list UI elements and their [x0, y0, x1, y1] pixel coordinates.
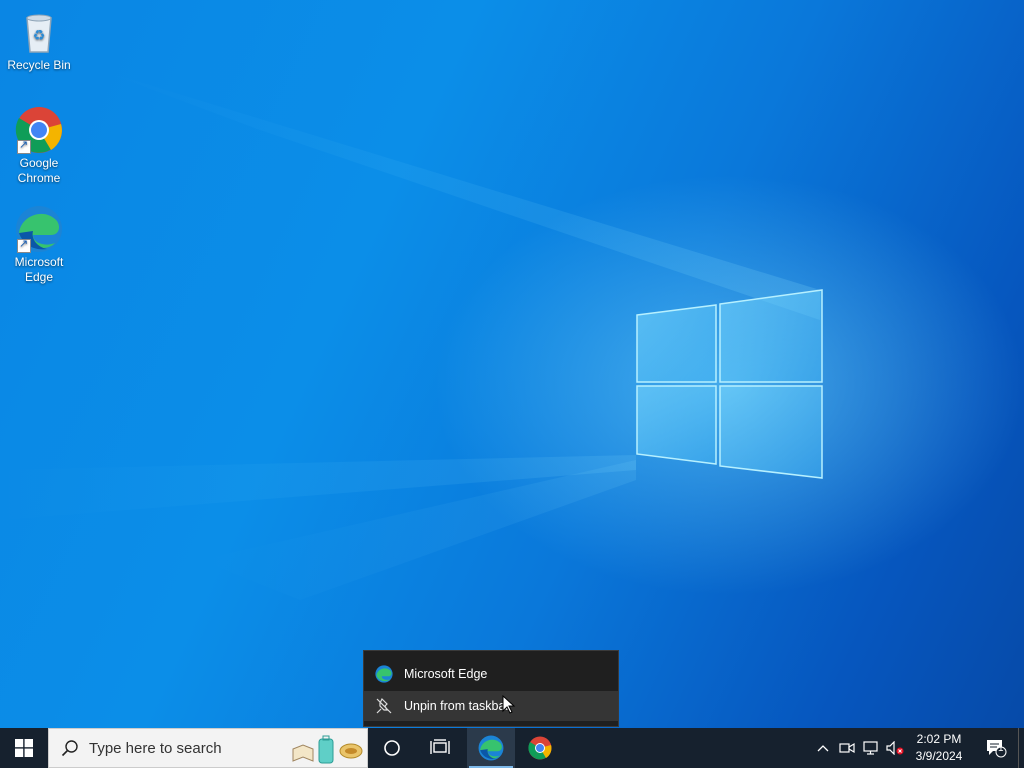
windows-start-icon: [15, 739, 33, 757]
task-view-button[interactable]: [416, 728, 464, 768]
unpin-icon: [364, 697, 404, 715]
desktop-icon-recycle-bin[interactable]: ♻ Recycle Bin: [1, 8, 77, 73]
desktop-icon-label: Google Chrome: [17, 156, 61, 185]
search-box[interactable]: Type here to search: [48, 728, 368, 768]
edge-icon: [15, 205, 63, 253]
network-button[interactable]: [860, 728, 882, 768]
desktop-icon-label: Microsoft Edge: [14, 255, 64, 284]
svg-text:♻: ♻: [33, 28, 46, 44]
jump-list-app-title[interactable]: Microsoft Edge: [364, 659, 618, 689]
clock[interactable]: 2:02 PM 3/9/2024: [908, 731, 970, 765]
search-icon: [61, 740, 78, 757]
desktop-icon-label: Recycle Bin: [7, 58, 71, 72]
volume-button[interactable]: [884, 728, 906, 768]
desktop-icon-microsoft-edge[interactable]: Microsoft Edge: [1, 205, 77, 285]
taskbar-chrome-button[interactable]: [516, 728, 564, 768]
desktop-icon-google-chrome[interactable]: Google Chrome: [1, 106, 77, 186]
chrome-icon: [528, 736, 552, 760]
edge-icon: [364, 665, 404, 683]
clock-date: 3/9/2024: [915, 749, 963, 763]
action-center-button[interactable]: 1: [978, 728, 1014, 768]
shortcut-arrow-icon: [17, 237, 31, 253]
cortana-button[interactable]: [368, 728, 416, 768]
edge-jump-list: Microsoft Edge Unpin from taskbar: [363, 650, 619, 727]
mouse-cursor-icon: [502, 695, 516, 714]
taskbar: Type here to search 2:02 PM 3/9/2024 1: [0, 728, 1024, 768]
unpin-from-taskbar-item[interactable]: Unpin from taskbar: [364, 691, 618, 721]
start-button[interactable]: [0, 728, 48, 768]
edge-icon: [478, 735, 504, 761]
show-hidden-icons-button[interactable]: [812, 728, 834, 768]
unpin-label: Unpin from taskbar: [404, 699, 510, 713]
notification-count-badge: 1: [998, 743, 1004, 754]
shortcut-arrow-icon: [17, 138, 31, 154]
search-highlight-travel-icon: [292, 735, 363, 764]
clock-time: 2:02 PM: [916, 732, 962, 746]
task-view-icon: [430, 739, 450, 754]
search-placeholder: Type here to search: [89, 739, 222, 757]
meet-now-button[interactable]: [836, 728, 858, 768]
desktop-wallpaper[interactable]: ♻ Recycle Bin Google Chrome: [0, 0, 1024, 728]
chevron-up-icon: [817, 745, 829, 752]
jump-list-app-label: Microsoft Edge: [404, 667, 488, 681]
show-desktop-button[interactable]: [1018, 728, 1024, 768]
windows-logo-wallpaper: [0, 70, 823, 600]
chrome-icon: [15, 106, 63, 154]
camera-icon: [839, 742, 855, 754]
taskbar-edge-button[interactable]: [467, 728, 515, 768]
volume-muted-icon: [886, 741, 904, 755]
network-icon: [863, 741, 878, 755]
recycle-bin-icon: ♻: [15, 8, 63, 56]
cortana-icon: [384, 740, 400, 756]
